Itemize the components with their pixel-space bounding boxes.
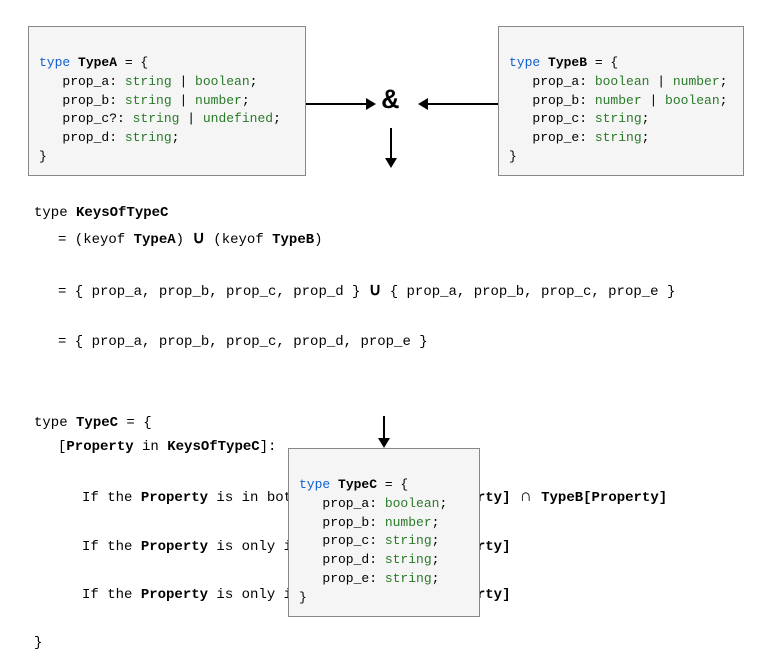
type-name: TypeC [330, 477, 377, 492]
brace: } [299, 590, 307, 605]
prop: prop_b: [39, 93, 125, 108]
union-operator-icon: ∪ [369, 282, 381, 301]
text: | [649, 74, 672, 89]
type-name: TypeA [70, 55, 117, 70]
text: ; [172, 130, 180, 145]
text: ; [642, 111, 650, 126]
keyword: type [299, 477, 330, 492]
union-operator-icon: ∪ [192, 230, 204, 249]
type-a-box: type TypeA = { prop_a: string | boolean;… [28, 26, 306, 176]
brace: } [39, 149, 47, 164]
type: string [385, 571, 432, 586]
text: ; [432, 571, 440, 586]
property-key: Property [66, 439, 133, 455]
prop: prop_a: [39, 74, 125, 89]
text: If the [82, 539, 141, 555]
text: ; [250, 74, 258, 89]
prop: prop_c?: [39, 111, 133, 126]
type: string [133, 111, 180, 126]
brace: } [509, 149, 517, 164]
text: { prop_a, prop_b, prop_c, prop_e } [381, 284, 675, 300]
type: string [595, 130, 642, 145]
type: undefined [203, 111, 273, 126]
type: boolean [195, 74, 250, 89]
prop: prop_a: [299, 496, 385, 511]
type: string [125, 74, 172, 89]
text: = { [587, 55, 618, 70]
prop: prop_d: [39, 130, 125, 145]
text: | [172, 74, 195, 89]
text: If the [82, 490, 141, 506]
text: ; [432, 552, 440, 567]
prop: prop_d: [299, 552, 385, 567]
prop: prop_c: [299, 533, 385, 548]
text: ; [432, 533, 440, 548]
type: number [673, 74, 720, 89]
type-b-box: type TypeB = { prop_a: boolean | number;… [498, 26, 744, 176]
expr: TypeB[Property] [541, 490, 667, 506]
text: ; [242, 93, 250, 108]
type-name: TypeB [272, 232, 314, 248]
type: string [385, 552, 432, 567]
property-key: Property [141, 490, 208, 506]
intersection-set-icon: ∩ [511, 488, 542, 507]
keyword: type [509, 55, 540, 70]
text: ; [720, 74, 728, 89]
text: in [134, 439, 168, 455]
text: type [34, 415, 76, 431]
prop: prop_b: [299, 515, 385, 530]
text: ; [439, 496, 447, 511]
property-key: Property [141, 539, 208, 555]
text: type [34, 205, 76, 221]
text: = { prop_a, prop_b, prop_c, prop_d, prop… [58, 334, 428, 350]
type: string [595, 111, 642, 126]
text: ; [273, 111, 281, 126]
type-name: KeysOfTypeC [167, 439, 259, 455]
type: string [385, 533, 432, 548]
type-c-box: type TypeC = { prop_a: boolean; prop_b: … [288, 448, 480, 617]
prop: prop_c: [509, 111, 595, 126]
text: = { [377, 477, 408, 492]
brace: } [34, 635, 42, 651]
type: number [595, 93, 642, 108]
type: boolean [665, 93, 720, 108]
text: ; [720, 93, 728, 108]
type: string [125, 93, 172, 108]
type: string [125, 130, 172, 145]
text: ) [314, 232, 322, 248]
text: If the [82, 587, 141, 603]
keyword: type [39, 55, 70, 70]
type: number [385, 515, 432, 530]
text: = { prop_a, prop_b, prop_c, prop_d } [58, 284, 369, 300]
prop: prop_a: [509, 74, 595, 89]
prop: prop_e: [509, 130, 595, 145]
type: boolean [595, 74, 650, 89]
type-name: TypeB [540, 55, 587, 70]
type: number [195, 93, 242, 108]
text: ]: [260, 439, 277, 455]
text: ; [642, 130, 650, 145]
prop: prop_b: [509, 93, 595, 108]
text: (keyof [205, 232, 272, 248]
text: ) [176, 232, 193, 248]
text: | [172, 93, 195, 108]
text: = (keyof [58, 232, 134, 248]
text: | [642, 93, 665, 108]
text: = { [117, 55, 148, 70]
text: ; [432, 515, 440, 530]
text: = { [118, 415, 152, 431]
type-name: TypeA [134, 232, 176, 248]
type-name: KeysOfTypeC [76, 205, 168, 221]
text: | [179, 111, 202, 126]
type-name: TypeC [76, 415, 118, 431]
prop: prop_e: [299, 571, 385, 586]
intersection-operator-icon: & [382, 86, 399, 117]
type: boolean [385, 496, 440, 511]
property-key: Property [141, 587, 208, 603]
